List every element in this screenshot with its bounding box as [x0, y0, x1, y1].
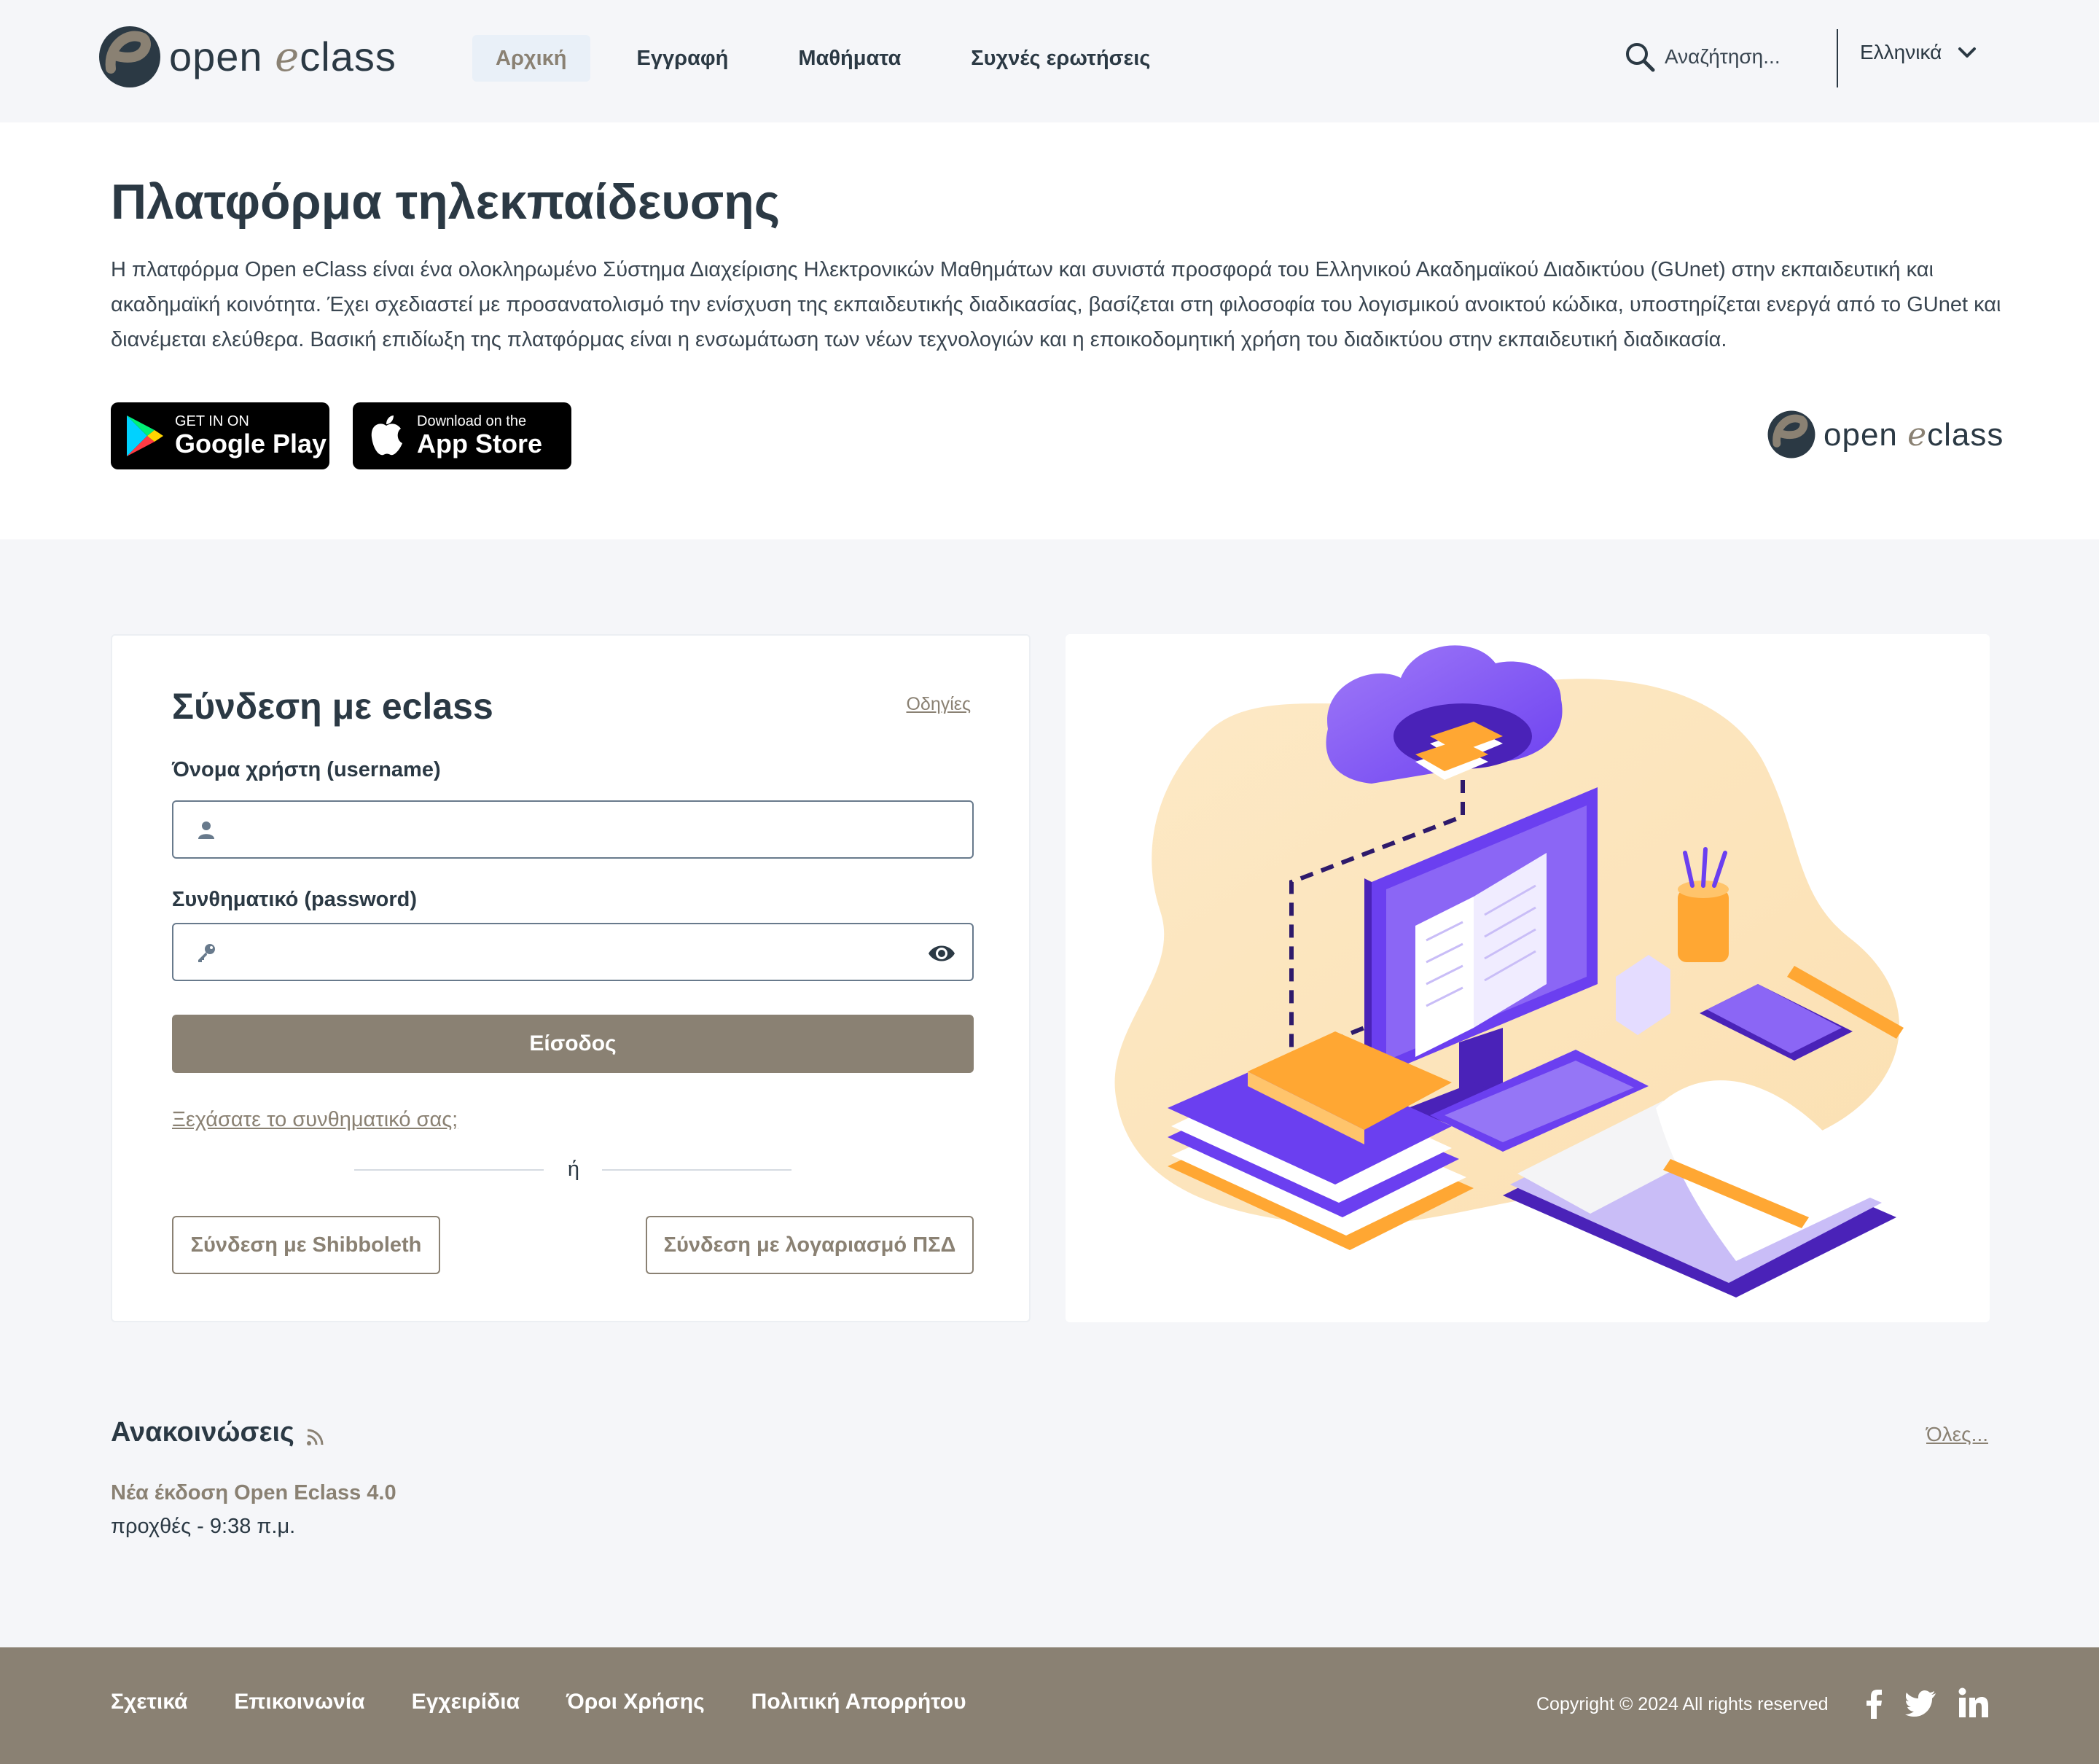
footer-links: Σχετικά Επικοινωνία Εγχειρίδια Όροι Χρήσ…: [111, 1690, 1013, 1714]
eclass-logo-mark-icon: [1767, 410, 1815, 458]
twitter-icon[interactable]: [1905, 1687, 1937, 1719]
shibboleth-login-button[interactable]: Σύνδεση με Shibboleth: [172, 1216, 440, 1274]
rss-icon[interactable]: [305, 1426, 327, 1448]
site-footer: Σχετικά Επικοινωνία Εγχειρίδια Όροι Χρήσ…: [0, 1647, 2099, 1764]
illustration-card: [1066, 634, 1990, 1322]
footer-link-about[interactable]: Σχετικά: [111, 1690, 187, 1714]
user-icon: [198, 821, 214, 839]
site-header: open eclass Αρχική Εγγραφή Μαθήματα Συχν…: [0, 0, 2099, 122]
footer-link-privacy[interactable]: Πολιτική Απορρήτου: [751, 1690, 966, 1714]
all-announcements-link[interactable]: Όλες...: [1926, 1423, 1988, 1446]
intro-description: Η πλατφόρμα Open eClass είναι ένα ολοκλη…: [111, 258, 2001, 351]
guides-link[interactable]: Οδηγίες: [906, 694, 971, 715]
login-button[interactable]: Είσοδος: [172, 1015, 974, 1073]
eclass-logo-mark-icon: [99, 26, 160, 87]
divider-line: [354, 1169, 544, 1171]
app-store-small-text: Download on the: [417, 413, 527, 429]
eclass-logo-secondary: open eclass: [1767, 410, 2004, 459]
logo-text: open eclass: [169, 34, 396, 81]
announcements-heading: Ανακοινώσεις: [111, 1417, 327, 1448]
main-nav: Αρχική Εγγραφή Μαθήματα Συχνές ερωτήσεις: [472, 35, 1197, 82]
copyright-text: Copyright © 2024 All rights reserved: [1536, 1694, 1829, 1714]
footer-link-terms[interactable]: Όροι Χρήσης: [566, 1690, 705, 1714]
language-label: Ελληνικά: [1860, 41, 1942, 63]
username-field[interactable]: [172, 800, 974, 859]
app-store-big-text: App Store: [417, 429, 543, 458]
or-divider: ή: [354, 1155, 791, 1184]
announcement-date: προχθές - 9:38 π.μ.: [111, 1515, 296, 1538]
eye-icon[interactable]: [927, 940, 956, 967]
nav-item-register[interactable]: Εγγραφή: [614, 35, 752, 82]
facebook-icon[interactable]: [1858, 1687, 1891, 1719]
linkedin-icon[interactable]: [1958, 1687, 1990, 1719]
language-selector[interactable]: Ελληνικά: [1860, 41, 1978, 64]
google-play-icon: [127, 415, 163, 456]
username-label: Όνομα χρήστη (username): [172, 758, 441, 781]
apple-icon: [371, 415, 402, 456]
eclass-logo[interactable]: open eclass: [98, 25, 396, 89]
announcement-title-link[interactable]: Νέα έκδοση Open Eclass 4.0: [111, 1481, 396, 1505]
announcements-title: Ανακοινώσεις: [111, 1417, 294, 1448]
app-store-button[interactable]: Download on the App Store: [353, 402, 571, 469]
login-card: Σύνδεση με eclass Οδηγίες Όνομα χρήστη (…: [111, 634, 1031, 1322]
search-box[interactable]: Αναζήτηση...: [1624, 41, 1781, 73]
page-title: Πλατφόρμα τηλεκπαίδευσης: [111, 174, 781, 230]
nav-item-home[interactable]: Αρχική: [472, 35, 590, 82]
e-learning-illustration: [1114, 645, 1904, 1297]
nav-item-faq[interactable]: Συχνές ερωτήσεις: [947, 35, 1173, 82]
psd-login-button[interactable]: Σύνδεση με λογαριασμό ΠΣΔ: [646, 1216, 974, 1274]
chevron-down-icon: [1958, 47, 1977, 58]
google-play-small-text: GET IN ON: [175, 413, 249, 429]
forgot-password-link[interactable]: Ξεχάσατε το συνθηματικό σας;: [172, 1108, 458, 1132]
google-play-big-text: Google Play: [175, 429, 327, 458]
key-icon: [198, 944, 215, 962]
login-title: Σύνδεση με eclass: [172, 686, 493, 727]
footer-link-contact[interactable]: Επικοινωνία: [234, 1690, 364, 1714]
nav-item-courses[interactable]: Μαθήματα: [775, 35, 924, 82]
password-field[interactable]: [172, 923, 974, 981]
password-label: Συνθηματικό (password): [172, 888, 418, 911]
logo-text: open eclass: [1824, 415, 2004, 453]
search-icon[interactable]: [1624, 41, 1656, 73]
or-text: ή: [567, 1158, 580, 1181]
footer-link-manuals[interactable]: Εγχειρίδια: [412, 1690, 520, 1714]
search-input[interactable]: Αναζήτηση...: [1665, 45, 1781, 69]
divider-line: [602, 1169, 791, 1171]
header-divider: [1837, 29, 1838, 87]
google-play-button[interactable]: GET IN ON Google Play: [111, 402, 329, 469]
